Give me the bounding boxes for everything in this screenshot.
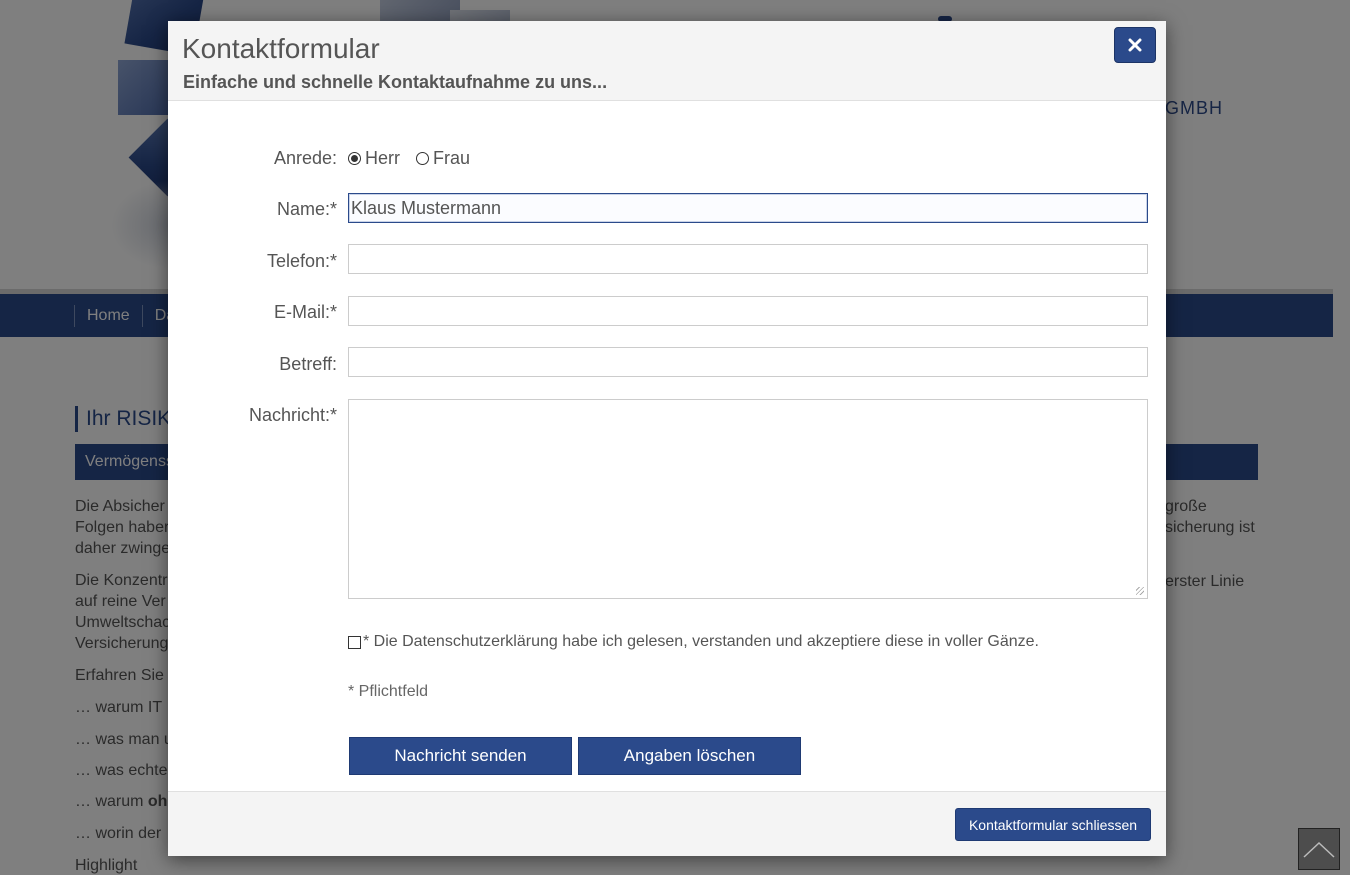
salutation-radio-group: Herr Frau xyxy=(348,148,486,169)
email-label: E-Mail:* xyxy=(273,302,337,322)
modal-subtitle: Einfache und schnelle Kontaktaufnahme zu… xyxy=(183,72,608,92)
close-icon xyxy=(1128,38,1142,52)
salutation-row: Anrede: Herr Frau xyxy=(168,147,1166,171)
privacy-consent: * Die Datenschutzerklärung habe ich gele… xyxy=(348,633,1039,651)
radio-option-herr[interactable]: Herr xyxy=(348,148,400,169)
privacy-consent-checkbox[interactable] xyxy=(348,635,361,649)
radio-frau[interactable] xyxy=(416,152,429,165)
close-button[interactable] xyxy=(1114,27,1156,63)
email-field[interactable] xyxy=(348,296,1148,326)
modal-footer: Kontaktformular schliessen xyxy=(168,791,1166,856)
message-row: Nachricht:* xyxy=(168,399,1166,599)
name-row: Name:* xyxy=(168,193,1166,223)
send-message-button[interactable]: Nachricht senden xyxy=(349,737,572,775)
salutation-label: Anrede: xyxy=(273,148,337,168)
email-row: E-Mail:* xyxy=(168,296,1166,326)
subject-field[interactable] xyxy=(348,347,1148,377)
close-form-button[interactable]: Kontaktformular schliessen xyxy=(955,808,1151,841)
radio-label-herr: Herr xyxy=(365,148,400,168)
message-textarea[interactable] xyxy=(348,399,1148,599)
contact-modal: Kontaktformular Einfache und schnelle Ko… xyxy=(168,21,1166,856)
resize-grip-icon[interactable] xyxy=(1136,587,1144,595)
radio-option-frau[interactable]: Frau xyxy=(416,148,470,169)
modal-title: Kontaktformular xyxy=(182,33,380,64)
radio-label-frau: Frau xyxy=(433,148,471,168)
radio-herr[interactable] xyxy=(348,152,361,165)
subject-label: Betreff: xyxy=(279,354,337,374)
phone-field[interactable] xyxy=(348,244,1148,274)
scroll-to-top-button[interactable] xyxy=(1298,828,1340,870)
modal-header: Kontaktformular Einfache und schnelle Ko… xyxy=(168,21,1166,101)
required-note: * Pflichtfeld xyxy=(348,683,429,700)
clear-form-button[interactable]: Angaben löschen xyxy=(578,737,801,775)
name-label: Name:* xyxy=(276,199,337,219)
name-field[interactable] xyxy=(348,193,1148,223)
subject-row: Betreff: xyxy=(168,347,1166,377)
privacy-consent-label: * Die Datenschutzerklärung habe ich gele… xyxy=(363,633,1039,650)
phone-row: Telefon:* xyxy=(168,244,1166,274)
chevron-up-icon xyxy=(1303,841,1335,858)
message-label: Nachricht:* xyxy=(248,405,337,425)
phone-label: Telefon:* xyxy=(266,251,337,271)
